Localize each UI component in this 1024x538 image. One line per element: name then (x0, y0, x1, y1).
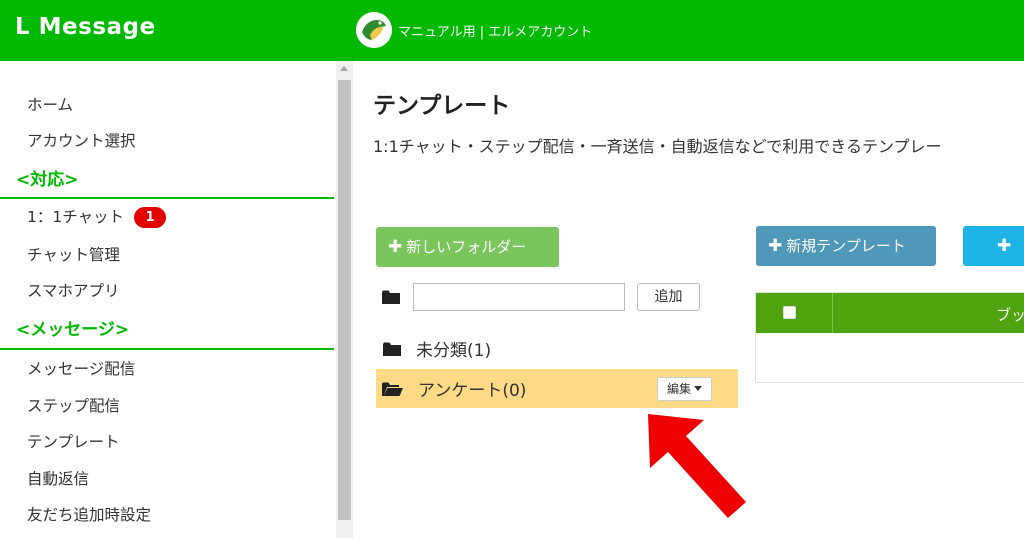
account-avatar[interactable] (356, 12, 392, 48)
folder-item-uncategorized[interactable]: 未分類(1) (416, 336, 491, 361)
unread-badge: 1 (134, 207, 167, 228)
section-divider (0, 348, 334, 350)
extra-action-button[interactable]: ✚ (963, 226, 1024, 266)
sidebar-item-chat[interactable]: 1：1チャット 1 (27, 205, 167, 228)
sidebar-item-friend-add-settings[interactable]: 友だち追加時設定 (27, 503, 151, 525)
caret-down-icon (694, 386, 702, 391)
select-all-cell (756, 293, 833, 333)
new-folder-label: 新しいフォルダー (406, 238, 527, 256)
new-template-button[interactable]: ✚ 新規テンプレート (756, 226, 936, 266)
table-header-label: ブッ (996, 306, 1024, 324)
folder-name-input[interactable] (413, 283, 625, 311)
red-arrow-icon (648, 414, 746, 518)
table-header: ブッ (756, 293, 1024, 333)
plus-icon: ✚ (388, 237, 403, 257)
edit-label: 編集 (666, 382, 691, 396)
sidebar-item-smartphone-app[interactable]: スマホアプリ (27, 279, 120, 301)
section-divider (0, 197, 334, 199)
sidebar-item-account-select[interactable]: アカウント選択 (27, 129, 136, 151)
sidebar-item-label: 1：1チャット (27, 208, 125, 226)
add-folder-button[interactable]: 追加 (637, 283, 700, 311)
scrollbar-thumb[interactable] (338, 80, 351, 520)
sidebar-item-step-delivery[interactable]: ステップ配信 (27, 394, 120, 416)
select-all-checkbox[interactable] (783, 306, 796, 319)
plus-icon: ✚ (997, 236, 1012, 256)
folder-icon (383, 342, 401, 356)
new-template-label: 新規テンプレート (786, 237, 906, 255)
sidebar-section-support: <対応> (16, 170, 79, 190)
scroll-up-arrow-icon[interactable] (340, 66, 348, 71)
folder-open-icon (382, 382, 403, 396)
folder-icon (382, 290, 400, 304)
sidebar-item-message-delivery[interactable]: メッセージ配信 (27, 357, 135, 379)
sidebar-item-chat-management[interactable]: チャット管理 (27, 243, 120, 265)
sidebar-item-auto-reply[interactable]: 自動返信 (27, 467, 89, 489)
account-name[interactable]: マニュアル用 | エルメアカウント (398, 21, 592, 40)
app-logo[interactable]: L Message (15, 14, 156, 40)
sidebar-section-message: <メッセージ> (16, 320, 130, 340)
bird-logo-icon (356, 12, 392, 48)
sidebar-scrollbar[interactable] (336, 61, 353, 538)
plus-icon: ✚ (768, 236, 783, 256)
template-table: ブッ (755, 292, 1024, 383)
sidebar-item-template[interactable]: テンプレート (27, 430, 120, 452)
page-description: 1:1チャット・ステップ配信・一斉送信・自動返信などで利用できるテンプレー (373, 137, 942, 156)
page-title: テンプレート (373, 93, 511, 119)
folder-edit-dropdown[interactable]: 編集 (657, 377, 712, 401)
folder-item-survey[interactable]: アンケート(0) (418, 376, 526, 401)
new-folder-button[interactable]: ✚ 新しいフォルダー (376, 227, 559, 267)
top-header: L Message マニュアル用 | エルメアカウント (0, 0, 1024, 61)
sidebar: ホーム アカウント選択 <対応> 1：1チャット 1 チャット管理 スマホアプリ … (0, 61, 336, 538)
sidebar-item-home[interactable]: ホーム (27, 93, 73, 115)
